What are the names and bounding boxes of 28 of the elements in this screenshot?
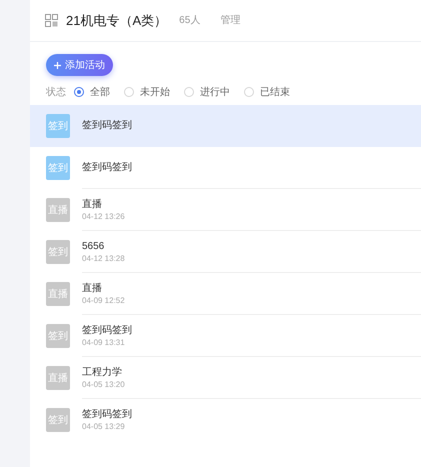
activity-title: 工程力学	[82, 366, 123, 378]
activity-title: 签到码签到	[82, 161, 133, 174]
activity-time: 04-09 12:52	[82, 294, 126, 306]
status-radio[interactable]: 未开始	[124, 84, 170, 100]
activity-time: 04-05 13:29	[82, 420, 126, 432]
activity-time: 04-09 13:31	[82, 336, 126, 348]
activity-title: 签到码签到	[82, 324, 133, 336]
activity-row[interactable]: 签到 签到码签到	[30, 105, 421, 147]
status-radio[interactable]: 进行中	[184, 84, 230, 100]
activity-title: 直播	[82, 198, 103, 210]
activity-time: 04-12 13:28	[82, 252, 126, 264]
activity-row[interactable]: 签到 签到码签到	[30, 147, 421, 189]
activity-title: 签到码签到	[82, 408, 133, 420]
activity-title: 5656	[82, 240, 106, 252]
activity-badge-icon: 签到	[46, 114, 70, 138]
activity-time: 04-05 13:20	[82, 378, 126, 390]
qr-code-icon	[45, 14, 58, 27]
activity-title: 签到码签到	[82, 119, 133, 132]
add-activity-button[interactable]: 添加活动	[46, 54, 113, 76]
status-label: 状态	[46, 86, 66, 100]
activity-time: 04-12 13:26	[82, 210, 126, 222]
status-radio[interactable]: 全部	[74, 84, 110, 100]
activity-badge-icon: 签到	[46, 156, 70, 180]
plus-icon	[54, 62, 61, 68]
member-count: 65人	[179, 14, 200, 28]
class-title: 21机电专（A类）	[66, 12, 168, 30]
activity-title: 直播	[82, 282, 103, 294]
status-radio[interactable]: 已结束	[244, 84, 290, 100]
